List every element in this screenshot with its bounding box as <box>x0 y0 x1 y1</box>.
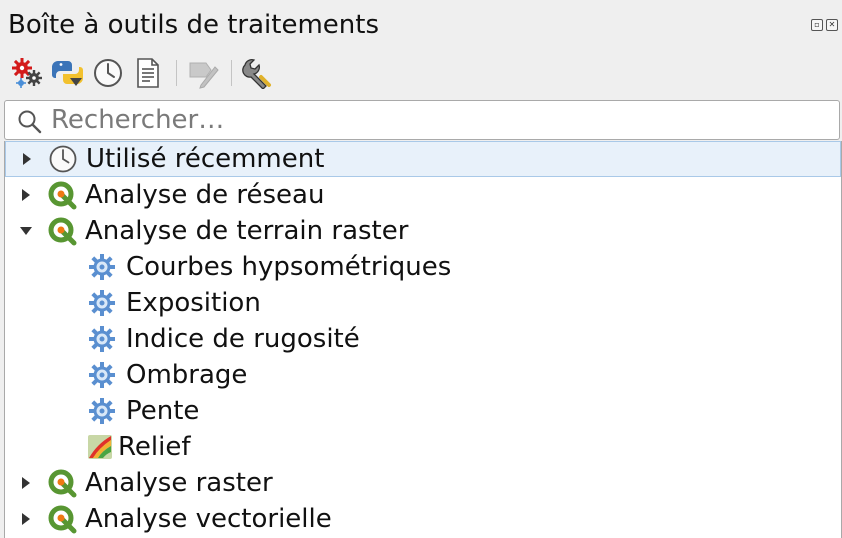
tree-item-raster-terrain-analysis[interactable]: Analyse de terrain raster <box>5 213 841 249</box>
python-icon <box>52 61 83 86</box>
tree-item-label: Analyse de terrain raster <box>85 216 409 246</box>
tree-item-algorithm[interactable]: Pente <box>5 393 841 429</box>
algorithm-gear-icon <box>87 396 117 426</box>
collapse-arrow-icon[interactable] <box>19 224 33 238</box>
tree-item-label: Utilisé récemment <box>86 144 325 174</box>
qgis-icon <box>47 504 77 534</box>
qgis-icon <box>47 468 77 498</box>
tree-item-algorithm[interactable]: Courbes hypsométriques <box>5 249 841 285</box>
algorithm-gear-icon <box>87 324 117 354</box>
tree-item-network-analysis[interactable]: Analyse de réseau <box>5 177 841 213</box>
tree-item-label: Relief <box>118 432 191 462</box>
tree-item-label: Ombrage <box>126 360 248 390</box>
tree-item-label: Courbes hypsométriques <box>126 252 452 282</box>
results-viewer-button[interactable] <box>130 55 166 91</box>
toolbar-separator <box>176 60 177 86</box>
scripts-button[interactable] <box>50 55 86 91</box>
panel-title: Boîte à outils de traitements <box>8 10 379 40</box>
panel-titlebar: Boîte à outils de traitements ▫ ✕ <box>0 0 842 50</box>
gears-icon <box>12 58 42 88</box>
options-button[interactable] <box>240 55 276 91</box>
wrench-icon <box>242 59 271 89</box>
models-button[interactable] <box>10 55 46 91</box>
expand-arrow-icon[interactable] <box>19 188 33 202</box>
expand-arrow-icon[interactable] <box>19 476 33 490</box>
toolbar-separator <box>231 60 232 86</box>
qgis-icon <box>47 216 77 246</box>
algorithm-tree: Utilisé récemment Analyse de réseau Anal… <box>4 141 842 538</box>
edit-features-in-place-button[interactable] <box>185 55 221 91</box>
qgis-icon <box>47 180 77 210</box>
search-box <box>4 100 840 140</box>
float-icon[interactable]: ▫ <box>811 19 823 31</box>
tree-item-algorithm[interactable]: Relief <box>5 429 841 465</box>
tree-item-raster-analysis[interactable]: Analyse raster <box>5 465 841 501</box>
clock-icon <box>94 59 122 87</box>
tree-item-label: Analyse de réseau <box>85 180 325 210</box>
toolbar <box>10 54 280 92</box>
tree-item-label: Analyse vectorielle <box>85 504 332 534</box>
tree-item-recently-used[interactable]: Utilisé récemment <box>5 141 841 177</box>
tree-item-label: Indice de rugosité <box>126 324 360 354</box>
tree-item-label: Analyse raster <box>85 468 273 498</box>
relief-icon <box>85 432 115 462</box>
tree-item-label: Exposition <box>126 288 261 318</box>
search-icon <box>18 110 42 134</box>
edit-in-place-icon <box>189 62 219 89</box>
algorithm-gear-icon <box>87 252 117 282</box>
algorithm-gear-icon <box>87 360 117 390</box>
clock-icon <box>48 144 78 174</box>
tree-item-vector-analysis[interactable]: Analyse vectorielle <box>5 501 841 537</box>
tree-item-algorithm[interactable]: Indice de rugosité <box>5 321 841 357</box>
tree-item-algorithm[interactable]: Ombrage <box>5 357 841 393</box>
close-icon[interactable]: ✕ <box>826 19 838 31</box>
expand-arrow-icon[interactable] <box>20 152 34 166</box>
algorithm-gear-icon <box>87 288 117 318</box>
document-icon <box>137 58 159 88</box>
tree-item-label: Pente <box>126 396 200 426</box>
history-button[interactable] <box>90 55 126 91</box>
tree-item-algorithm[interactable]: Exposition <box>5 285 841 321</box>
search-input[interactable] <box>51 103 821 137</box>
expand-arrow-icon[interactable] <box>19 512 33 526</box>
